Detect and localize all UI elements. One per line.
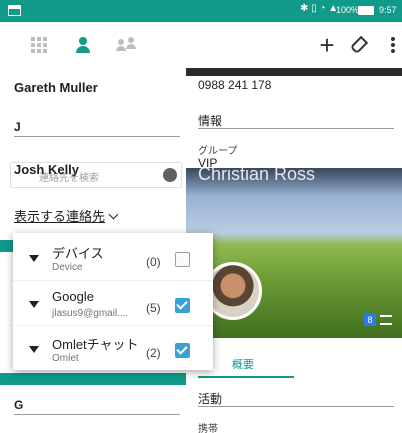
battery-percent: 100% — [336, 5, 360, 15]
phone-number[interactable]: 0988 241 178 — [198, 78, 271, 92]
account-title: Omletチャット — [52, 337, 139, 352]
tab-indicator — [198, 376, 294, 378]
account-title: デバイス — [52, 246, 104, 261]
account-filter-menu: デバイス Device (0) Google jlasus9@gmail....… — [13, 233, 213, 370]
account-row-omlet[interactable]: Omletチャット Omlet (2) — [13, 325, 213, 370]
clear-icon[interactable] — [163, 168, 177, 182]
account-row-device[interactable]: デバイス Device (0) — [13, 235, 213, 280]
divider — [198, 406, 394, 407]
grid-icon[interactable] — [26, 32, 52, 58]
account-checkbox[interactable] — [175, 298, 190, 313]
group-caption: グループ — [198, 146, 238, 157]
expand-arrow-icon[interactable] — [29, 301, 39, 308]
contact-item[interactable]: Gareth Muller — [14, 80, 98, 95]
account-count: (2) — [146, 346, 161, 360]
expand-arrow-icon[interactable] — [29, 255, 39, 262]
section-header: J — [14, 120, 180, 137]
app-notification-icon — [8, 5, 21, 16]
account-subtitle: jlasus9@gmail.... — [52, 308, 129, 319]
google-icon: 8 — [364, 314, 376, 326]
battery-icon — [358, 6, 374, 15]
detail-header-shadow — [186, 68, 402, 76]
tab-summary[interactable]: 概要 — [232, 356, 254, 372]
info-label: 情報 — [198, 114, 223, 128]
app-bar: + — [0, 22, 402, 68]
contact-item[interactable]: Josh Kelly — [14, 162, 79, 177]
account-row-google[interactable]: Google jlasus9@gmail.... (5) — [13, 280, 213, 325]
list-icon[interactable] — [380, 315, 392, 325]
group-icon[interactable] — [114, 32, 140, 58]
plus-icon[interactable]: + — [314, 32, 340, 58]
highlight-strip — [0, 373, 186, 385]
mobile-caption: 携帯 — [198, 424, 218, 433]
more-icon[interactable] — [380, 32, 402, 58]
account-checkbox[interactable] — [175, 252, 190, 267]
section-header: G — [14, 398, 180, 415]
status-icons: ✱ ▯ ◔ ▲ — [300, 3, 339, 14]
account-count: (5) — [146, 301, 161, 315]
account-checkbox[interactable] — [175, 343, 190, 358]
clock: 9:57 — [379, 5, 397, 15]
contact-name: Christian Ross — [198, 164, 316, 184]
account-subtitle: Omlet — [52, 353, 79, 364]
expand-arrow-icon[interactable] — [29, 346, 39, 353]
status-bar: ✱ ▯ ◔ ▲ 100% 9:57 — [0, 0, 402, 22]
filter-label: 表示する連絡先 — [14, 209, 106, 224]
account-title: Google — [52, 289, 94, 304]
contact-detail: 0988 241 178 情報 グループ VIP Christian Ross … — [186, 68, 402, 433]
account-subtitle: Device — [52, 262, 83, 273]
edit-icon[interactable] — [346, 32, 372, 58]
filter-toggle[interactable]: 表示する連絡先 — [14, 206, 119, 225]
account-count: (0) — [146, 255, 161, 269]
divider — [198, 128, 394, 129]
activity-label: 活動 — [198, 392, 223, 406]
person-icon[interactable] — [70, 32, 96, 58]
chevron-down-icon — [108, 209, 119, 220]
